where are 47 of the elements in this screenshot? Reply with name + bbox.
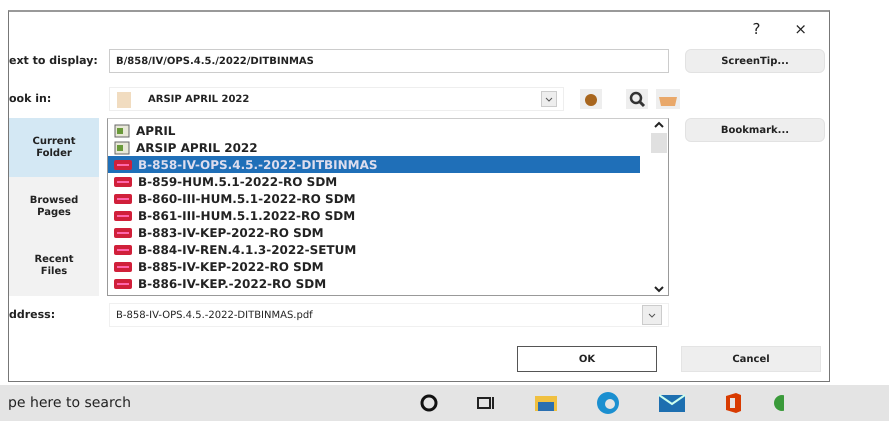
cancel-button[interactable]: Cancel	[681, 346, 821, 372]
close-button[interactable]: ×	[794, 18, 807, 40]
field-label: ext to display:	[9, 52, 99, 69]
places-item[interactable]: Recent Files	[9, 236, 99, 295]
file-list-item[interactable]: APRIL	[108, 122, 650, 139]
pdf-file-icon	[114, 278, 132, 290]
taskbar-search-field[interactable]: pe here to search	[0, 392, 420, 414]
pdf-file-icon	[114, 176, 132, 188]
screentip-button[interactable]: ScreenTip...	[685, 49, 825, 73]
office-icon[interactable]	[724, 392, 742, 414]
pdf-file-icon	[114, 260, 132, 272]
file-list-item[interactable]: B-886-IV-KEP.-2022-RO SDM	[108, 275, 650, 292]
text-field[interactable]: B/858/IV/OPS.4.5./2022/DITBINMAS	[109, 49, 669, 73]
scroll-up-icon[interactable]	[654, 121, 664, 129]
folder-shortcut-icon	[114, 140, 130, 154]
dropdown-icon	[642, 305, 662, 325]
browser-icon[interactable]	[596, 391, 620, 415]
pdf-file-icon	[114, 158, 132, 170]
pdf-file-icon	[114, 244, 132, 256]
mail-icon[interactable]	[658, 393, 686, 413]
file-list-item[interactable]: B-884-IV-REN.4.1.3-2022-SETUM	[108, 241, 650, 258]
address-combo[interactable]: B-858-IV-OPS.4.5.-2022-DITBINMAS.pdf	[109, 303, 669, 327]
help-button[interactable]: ?	[752, 18, 760, 40]
file-list-item[interactable]: B-860-III-HUM.5.1-2022-RO SDM	[108, 190, 650, 207]
places-item[interactable]: Current Folder	[9, 118, 99, 177]
file-list-item[interactable]: B-859-HUM.5.1-2022-RO SDM	[108, 173, 650, 190]
ok-button[interactable]: OK	[517, 346, 657, 372]
dropdown-icon	[541, 91, 557, 107]
file-list-item[interactable]: ARSIP APRIL 2022	[108, 139, 650, 156]
pdf-file-icon	[114, 226, 132, 238]
bookmark-button[interactable]: Bookmark...	[685, 118, 825, 142]
field-label: ook in:	[9, 90, 52, 107]
folder-shortcut-icon	[114, 124, 130, 138]
field-label: ddress:	[9, 306, 56, 323]
search-icon[interactable]	[626, 89, 648, 109]
task-view-icon[interactable]	[476, 395, 496, 411]
scrollbar-thumb[interactable]	[651, 133, 667, 153]
look-in-combo[interactable]: ARSIP APRIL 2022	[109, 87, 564, 111]
file-list-item[interactable]: B-883-IV-KEP-2022-RO SDM	[108, 224, 650, 241]
file-list-item[interactable]: B-858-IV-OPS.4.5.-2022-DITBINMAS	[108, 156, 640, 173]
file-list-item[interactable]: B-885-IV-KEP-2022-RO SDM	[108, 258, 650, 275]
file-list-item[interactable]: B-861-III-HUM.5.1.2022-RO SDM	[108, 207, 650, 224]
circle-icon[interactable]	[420, 394, 438, 412]
pdf-file-icon	[114, 210, 132, 222]
places-item[interactable]: Browsed Pages	[9, 177, 99, 236]
scroll-down-icon[interactable]	[654, 285, 664, 293]
pdf-file-icon	[114, 192, 132, 204]
